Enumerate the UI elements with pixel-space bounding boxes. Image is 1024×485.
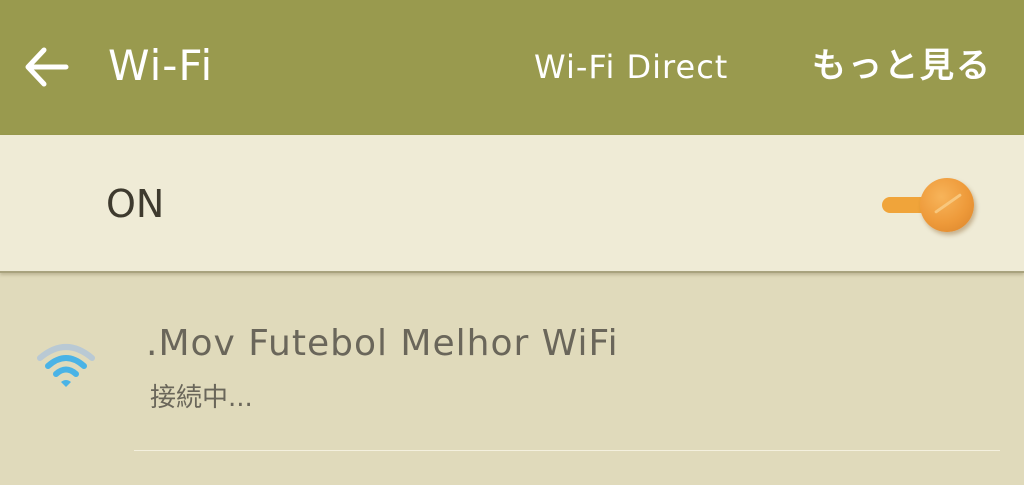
network-status: 接続中... xyxy=(150,383,253,413)
wifi-signal-icon xyxy=(36,340,96,390)
network-name: .Mov Futebol Melhor WiFi xyxy=(146,323,619,364)
wifi-toggle-switch[interactable] xyxy=(880,175,980,235)
list-divider xyxy=(134,450,1000,451)
app-bar: Wi-Fi Wi-Fi Direct もっと見る xyxy=(0,0,1024,135)
wifi-settings-screen: Wi-Fi Wi-Fi Direct もっと見る ON .Mov Futebol… xyxy=(0,0,1024,485)
more-button[interactable]: もっと見る xyxy=(812,42,992,90)
toggle-state-label: ON xyxy=(106,182,165,226)
wifi-toggle-row[interactable]: ON xyxy=(0,135,1024,273)
page-title: Wi-Fi xyxy=(108,41,214,90)
network-list-item[interactable]: .Mov Futebol Melhor WiFi 接続中... xyxy=(0,300,1024,450)
back-button[interactable] xyxy=(22,42,72,92)
wifi-direct-button[interactable]: Wi-Fi Direct xyxy=(534,44,728,90)
switch-knob[interactable] xyxy=(920,178,974,232)
arrow-left-icon xyxy=(25,47,69,87)
